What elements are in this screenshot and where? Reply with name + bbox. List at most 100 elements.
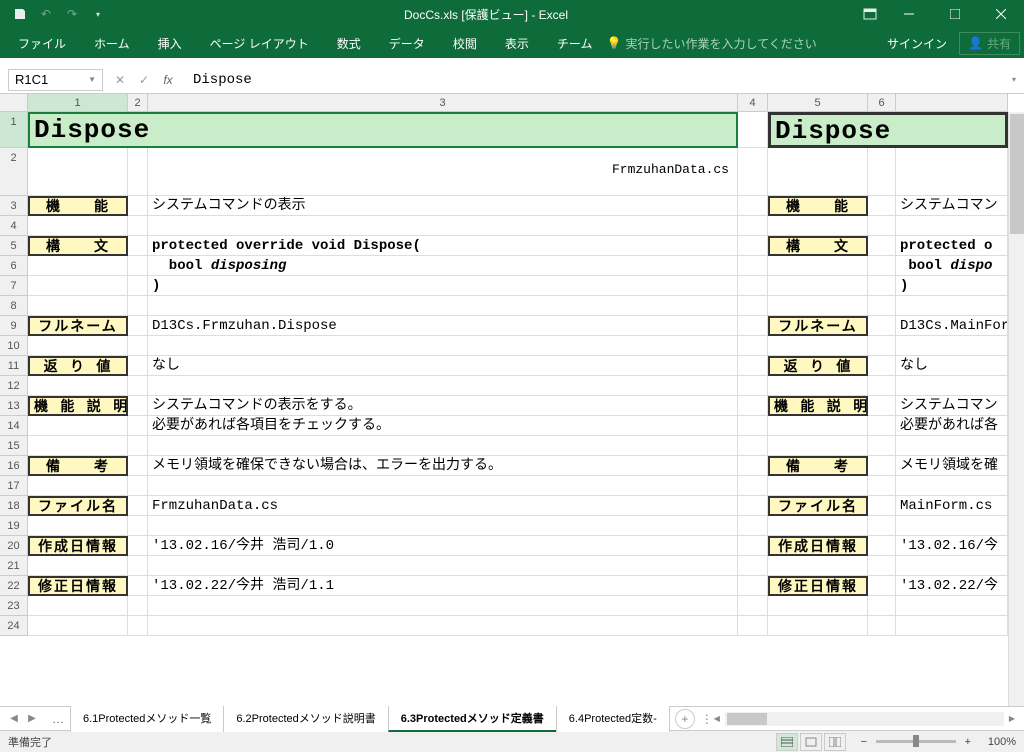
cell[interactable] — [28, 416, 128, 436]
zoom-in-button[interactable]: + — [960, 736, 976, 748]
cell[interactable] — [148, 516, 738, 536]
cell[interactable] — [768, 516, 868, 536]
hscroll-thumb[interactable] — [727, 713, 767, 725]
cell[interactable] — [738, 376, 768, 396]
cell[interactable]: 構 文 — [768, 236, 868, 256]
cell[interactable] — [896, 296, 1008, 316]
sheet-nav-next-icon[interactable]: ▶ — [24, 710, 40, 728]
cell[interactable] — [128, 556, 148, 576]
cell[interactable] — [768, 336, 868, 356]
page-break-view-button[interactable] — [824, 733, 846, 751]
sheet-tab[interactable]: 6.3Protectedメソッド定義書 — [388, 705, 557, 732]
cell[interactable] — [128, 616, 148, 636]
cell[interactable]: protected override void Dispose( — [148, 236, 738, 256]
cell[interactable] — [868, 516, 896, 536]
cell[interactable]: メモリ領域を確保できない場合は、エラーを出力する。 — [148, 456, 738, 476]
add-sheet-button[interactable]: + — [675, 709, 695, 729]
cell[interactable]: 修正日情報 — [28, 576, 128, 596]
formula-input[interactable] — [185, 69, 1004, 91]
cell[interactable] — [738, 516, 768, 536]
cell[interactable] — [868, 456, 896, 476]
cell[interactable] — [868, 236, 896, 256]
cell[interactable] — [896, 376, 1008, 396]
cell[interactable]: フルネーム — [28, 316, 128, 336]
cell[interactable] — [28, 556, 128, 576]
expand-formula-icon[interactable]: ▾ — [1004, 75, 1024, 84]
cell[interactable] — [128, 516, 148, 536]
row-header[interactable]: 5 — [0, 236, 28, 256]
cell[interactable] — [868, 316, 896, 336]
sheet-tab[interactable]: 6.4Protected定数- — [556, 705, 670, 732]
cell[interactable] — [738, 216, 768, 236]
row-header[interactable]: 13 — [0, 396, 28, 416]
row-header[interactable]: 7 — [0, 276, 28, 296]
cell[interactable] — [768, 296, 868, 316]
row-header[interactable]: 14 — [0, 416, 28, 436]
ribbon-display-icon[interactable] — [854, 0, 886, 28]
cell[interactable] — [868, 616, 896, 636]
maximize-button[interactable] — [932, 0, 978, 28]
cell[interactable]: protected o — [896, 236, 1008, 256]
cell[interactable] — [868, 576, 896, 596]
cell[interactable] — [896, 148, 1008, 196]
cancel-icon[interactable]: ✕ — [109, 69, 131, 91]
cell[interactable]: システムコマン — [896, 396, 1008, 416]
cell[interactable] — [128, 456, 148, 476]
cell[interactable] — [868, 276, 896, 296]
cell[interactable] — [738, 496, 768, 516]
row-header[interactable]: 6 — [0, 256, 28, 276]
cell[interactable]: '13.02.16/今井 浩司/1.0 — [148, 536, 738, 556]
zoom-level[interactable]: 100% — [988, 736, 1016, 748]
cell[interactable]: 作成日情報 — [768, 536, 868, 556]
cell[interactable] — [738, 296, 768, 316]
cell[interactable] — [768, 376, 868, 396]
row-header[interactable]: 4 — [0, 216, 28, 236]
row-header[interactable]: 8 — [0, 296, 28, 316]
cell[interactable] — [868, 396, 896, 416]
row-header[interactable]: 19 — [0, 516, 28, 536]
cell[interactable]: 機 能 説 明 — [28, 396, 128, 416]
cell[interactable]: 機 能 — [768, 196, 868, 216]
cell[interactable]: bool dispo — [896, 256, 1008, 276]
cell[interactable] — [738, 148, 768, 196]
cell[interactable] — [128, 376, 148, 396]
cell[interactable] — [868, 416, 896, 436]
row-header[interactable]: 17 — [0, 476, 28, 496]
cell[interactable] — [738, 112, 768, 148]
cell[interactable] — [868, 196, 896, 216]
fx-icon[interactable]: fx — [157, 69, 179, 91]
cell[interactable] — [148, 596, 738, 616]
cell[interactable]: 必要があれば各 — [896, 416, 1008, 436]
cell[interactable] — [896, 616, 1008, 636]
row-header[interactable]: 15 — [0, 436, 28, 456]
cell[interactable]: ) — [148, 276, 738, 296]
cell[interactable] — [738, 416, 768, 436]
cell[interactable] — [868, 356, 896, 376]
cell[interactable] — [28, 376, 128, 396]
cell[interactable] — [738, 336, 768, 356]
cell[interactable] — [128, 396, 148, 416]
cell[interactable] — [148, 616, 738, 636]
row-header[interactable]: 18 — [0, 496, 28, 516]
cell[interactable] — [738, 276, 768, 296]
cell[interactable]: ファイル名 — [28, 496, 128, 516]
cell[interactable] — [738, 596, 768, 616]
cell[interactable]: メモリ領域を確 — [896, 456, 1008, 476]
cell[interactable] — [738, 316, 768, 336]
cell[interactable] — [768, 256, 868, 276]
ribbon-tab[interactable]: ホーム — [80, 29, 144, 58]
hscroll-left-icon[interactable]: ◀ — [709, 712, 725, 726]
cell[interactable] — [738, 436, 768, 456]
cell[interactable] — [868, 436, 896, 456]
cell[interactable] — [868, 476, 896, 496]
cell[interactable]: '13.02.16/今 — [896, 536, 1008, 556]
column-header[interactable]: 6 — [868, 94, 896, 111]
close-button[interactable] — [978, 0, 1024, 28]
cell[interactable] — [768, 596, 868, 616]
ribbon-tab[interactable]: 数式 — [323, 29, 375, 58]
cell[interactable] — [896, 336, 1008, 356]
cell[interactable]: なし — [148, 356, 738, 376]
cell[interactable]: 作成日情報 — [28, 536, 128, 556]
cell[interactable] — [128, 596, 148, 616]
cell[interactable] — [768, 436, 868, 456]
